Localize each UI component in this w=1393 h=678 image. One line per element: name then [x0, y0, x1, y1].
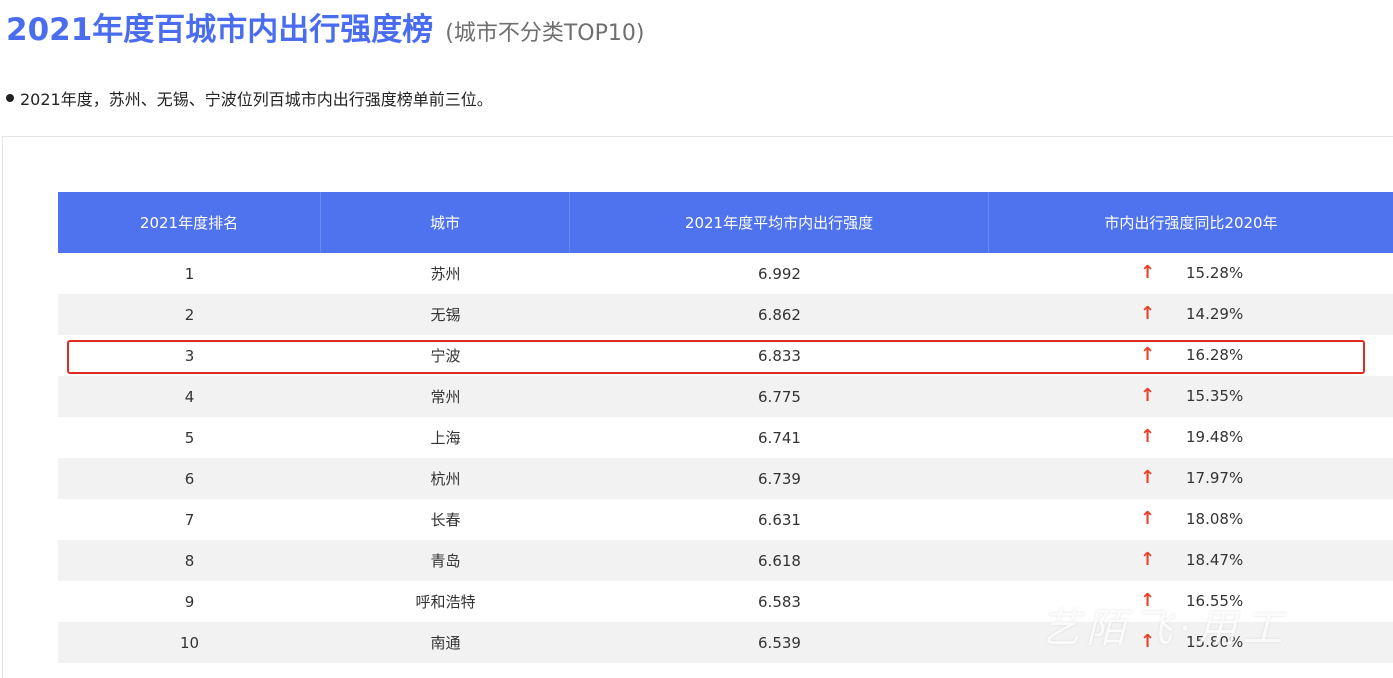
cell-change: ↑ 18.08% [989, 499, 1393, 540]
cell-rank: 4 [184, 387, 195, 406]
table-row: 8 青岛 6.618 ↑ 18.47% [58, 540, 1393, 581]
arrow-up-icon: ↑ [1140, 508, 1156, 529]
column-header-rank: 2021年度排名 [58, 192, 321, 253]
bullet-icon [6, 94, 14, 102]
change-value: 18.08% [1186, 510, 1244, 528]
cell-city: 上海 [430, 429, 461, 447]
table-header: 2021年度排名 城市 2021年度平均市内出行强度 市内出行强度同比2020年 [58, 192, 1393, 253]
change-value: 15.35% [1186, 387, 1244, 405]
column-header-city: 城市 [321, 192, 570, 253]
table-row: 6 杭州 6.739 ↑ 17.97% [58, 458, 1393, 499]
cell-intensity: 6.833 [758, 346, 801, 365]
cell-city: 长春 [430, 511, 461, 529]
cell-intensity: 6.992 [758, 264, 801, 283]
summary-note-text: 2021年度，苏州、无锡、宁波位列百城市内出行强度榜单前三位。 [20, 90, 493, 109]
table-row: 4 常州 6.775 ↑ 15.35% [58, 376, 1393, 417]
cell-intensity: 6.775 [758, 387, 801, 406]
cell-city: 常州 [430, 388, 461, 406]
change-value: 16.28% [1186, 346, 1244, 364]
table-row: 7 长春 6.631 ↑ 18.08% [58, 499, 1393, 540]
ranking-table: 2021年度排名 城市 2021年度平均市内出行强度 市内出行强度同比2020年… [58, 192, 1393, 663]
page-title: 2021年度百城市内出行强度榜 [6, 12, 434, 48]
arrow-up-icon: ↑ [1140, 344, 1156, 365]
table-row: 3 宁波 6.833 ↑ 16.28% [58, 335, 1393, 376]
cell-intensity: 6.583 [758, 592, 801, 611]
cell-city: 杭州 [430, 470, 461, 488]
arrow-up-icon: ↑ [1140, 303, 1156, 324]
cell-intensity: 6.539 [758, 633, 801, 652]
cell-rank: 2 [184, 305, 195, 324]
page-title-row: 2021年度百城市内出行强度榜 (城市不分类TOP10) [6, 4, 644, 48]
table-row: 5 上海 6.741 ↑ 19.48% [58, 417, 1393, 458]
change-value: 19.48% [1186, 428, 1244, 446]
cell-rank: 8 [184, 551, 195, 570]
arrow-up-icon: ↑ [1140, 467, 1156, 488]
cell-rank: 10 [179, 633, 200, 652]
change-value: 17.97% [1186, 469, 1244, 487]
table-row: 1 苏州 6.992 ↑ 15.28% [58, 253, 1393, 294]
cell-intensity: 6.862 [758, 305, 801, 324]
change-value: 15.28% [1186, 264, 1244, 282]
cell-rank: 7 [184, 510, 195, 529]
cell-city: 呼和浩特 [415, 593, 476, 611]
cell-change: ↑ 19.48% [989, 417, 1393, 458]
arrow-up-icon: ↑ [1140, 549, 1156, 570]
cell-change: ↑ 14.29% [989, 294, 1393, 335]
column-header-intensity: 2021年度平均市内出行强度 [570, 192, 989, 253]
cell-rank: 1 [184, 264, 195, 283]
change-value: 18.47% [1186, 551, 1244, 569]
summary-note: 2021年度，苏州、无锡、宁波位列百城市内出行强度榜单前三位。 [6, 86, 493, 110]
cell-rank: 5 [184, 428, 195, 447]
cell-city: 宁波 [430, 347, 461, 365]
arrow-up-icon: ↑ [1140, 426, 1156, 447]
cell-city: 青岛 [430, 552, 461, 570]
cell-change: ↑ 17.97% [989, 458, 1393, 499]
cell-rank: 6 [184, 469, 195, 488]
page-subtitle: (城市不分类TOP10) [445, 21, 645, 46]
arrow-up-icon: ↑ [1140, 262, 1156, 283]
arrow-up-icon: ↑ [1140, 385, 1156, 406]
cell-change: ↑ 15.28% [989, 253, 1393, 294]
cell-intensity: 6.741 [758, 428, 801, 447]
column-header-change: 市内出行强度同比2020年 [1104, 214, 1278, 232]
cell-intensity: 6.618 [758, 551, 801, 570]
cell-change: ↑ 15.35% [989, 376, 1393, 417]
cell-city: 无锡 [430, 306, 461, 324]
cell-change: ↑ 16.28% [989, 335, 1393, 376]
cell-intensity: 6.739 [758, 469, 801, 488]
cell-change: ↑ 18.47% [989, 540, 1393, 581]
cell-city: 苏州 [430, 265, 461, 283]
change-value: 14.29% [1186, 305, 1244, 323]
table-row: 2 无锡 6.862 ↑ 14.29% [58, 294, 1393, 335]
cell-intensity: 6.631 [758, 510, 801, 529]
watermark: 艺陌飞·用工 [1040, 606, 1289, 652]
cell-rank: 3 [184, 346, 195, 365]
cell-rank: 9 [184, 592, 195, 611]
cell-city: 南通 [430, 634, 461, 652]
